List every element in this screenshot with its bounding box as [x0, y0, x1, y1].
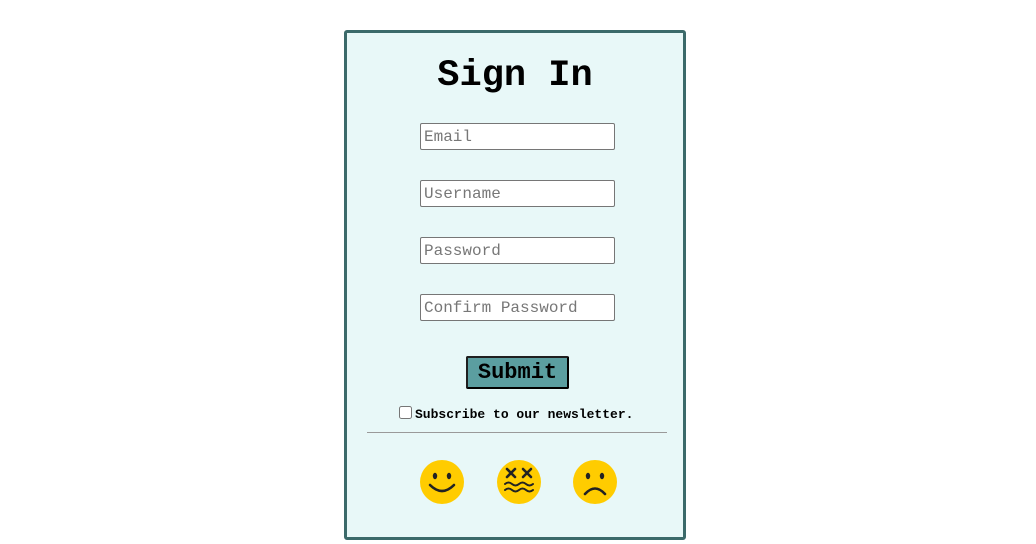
confirm-password-field[interactable] — [420, 294, 615, 321]
username-field[interactable] — [420, 180, 615, 207]
newsletter-checkbox[interactable] — [399, 405, 412, 419]
newsletter-option: Subscribe to our newsletter. — [399, 404, 634, 422]
dizzy-face-icon[interactable] — [496, 459, 542, 505]
frowning-face-icon[interactable] — [572, 459, 618, 505]
divider — [367, 432, 667, 433]
sign-in-card: Sign In Submit Subscribe to our newslett… — [344, 30, 686, 540]
email-field[interactable] — [420, 123, 615, 150]
page-title: Sign In — [437, 55, 593, 97]
submit-button[interactable]: Submit — [466, 356, 569, 389]
newsletter-label: Subscribe to our newsletter. — [415, 406, 634, 422]
password-field[interactable] — [420, 237, 615, 264]
smiling-face-icon[interactable] — [419, 459, 465, 505]
